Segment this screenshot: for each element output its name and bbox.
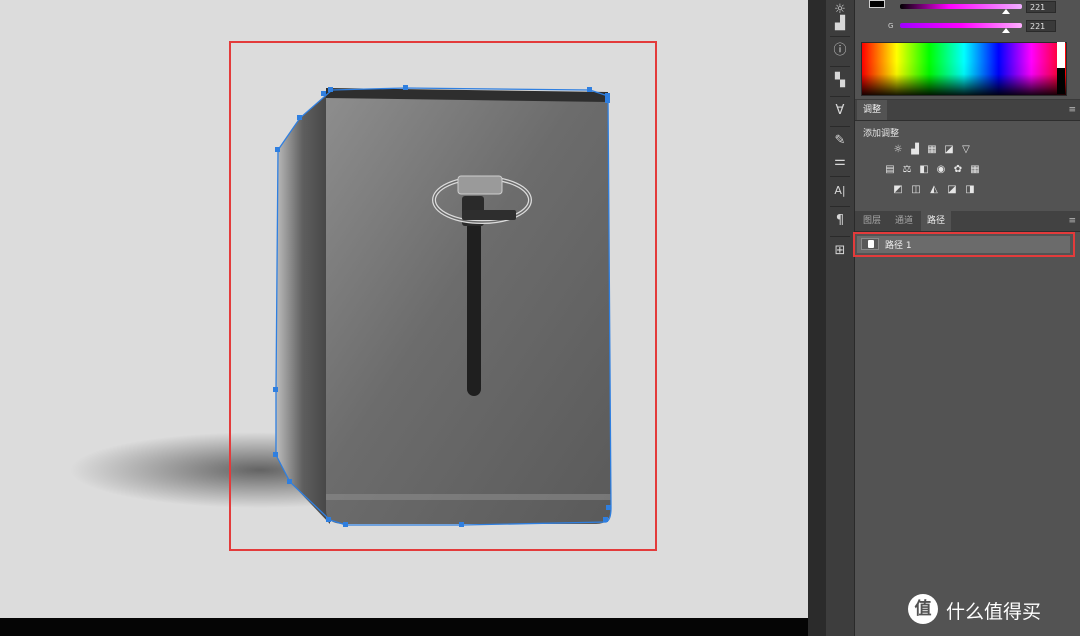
anchor-point <box>606 505 611 510</box>
lever-clasp <box>457 175 503 195</box>
curves-icon[interactable]: ▦ <box>925 144 939 156</box>
color-balance-icon[interactable]: ⚖ <box>900 164 914 176</box>
sliders-icon[interactable]: ⚌ <box>830 152 850 172</box>
tab-adjustments[interactable]: 调整 <box>857 100 888 120</box>
invert-icon[interactable]: ◩ <box>891 184 905 196</box>
anchor-point <box>587 87 592 92</box>
swatches-icon[interactable]: ▚ <box>830 71 850 91</box>
photo-filter-icon[interactable]: ◉ <box>934 164 948 176</box>
levels-adj-icon[interactable]: ▟ <box>908 144 922 156</box>
color-lookup-icon[interactable]: ▦ <box>968 164 982 176</box>
adjustments-tabbar: 调整 ≡ <box>855 100 1080 121</box>
anchor-point <box>605 98 610 103</box>
brightness-contrast-icon[interactable]: ☼ <box>891 144 905 156</box>
anchor-point <box>343 522 348 527</box>
anchor-point <box>603 517 608 522</box>
spectrum-black[interactable] <box>1057 68 1065 94</box>
spectrum-white[interactable] <box>1057 42 1065 68</box>
color-spectrum[interactable] <box>861 42 1067 96</box>
anchor-point <box>328 87 333 92</box>
color-slider-g[interactable]: G 221 <box>855 20 1080 38</box>
document-canvas[interactable] <box>0 0 808 618</box>
slider-value-field[interactable]: 221 <box>1026 20 1056 32</box>
vibrance-icon[interactable]: ▽ <box>959 144 973 156</box>
tab-paths[interactable]: 路径 <box>921 211 952 231</box>
layers-tabbar: 图层 通道 路径 ≡ <box>855 211 1080 232</box>
tab-layers[interactable]: 图层 <box>857 211 887 231</box>
slider-thumb[interactable] <box>1002 9 1011 14</box>
black-white-icon[interactable]: ◧ <box>917 164 931 176</box>
selective-color-icon[interactable]: ◪ <box>945 184 959 196</box>
canvas-bottom-bar <box>0 618 808 636</box>
channel-mixer-icon[interactable]: ✿ <box>951 164 965 176</box>
slider-value-field[interactable]: 221 <box>1026 1 1056 13</box>
anchor-point <box>459 522 464 527</box>
anchor-point <box>273 452 278 457</box>
device-side <box>276 92 330 524</box>
right-panels: 221 G 221 调整 ≡ 添加调整 ☼ ▟ ▦ ◪ ▽ ▤ ⚖ ◧ ◉ ✿ ▦ ◩ ◫ ◭ ◪ ◨ 图… <box>855 0 1080 636</box>
canvas-artwork <box>70 41 657 551</box>
anchor-point <box>321 91 326 96</box>
character-style-icon[interactable]: Ɐ <box>830 101 850 121</box>
anchor-point <box>273 387 278 392</box>
properties-icon[interactable]: ⊞ <box>830 241 850 261</box>
gradient-map-icon[interactable]: ◨ <box>963 184 977 196</box>
watermark-logo-icon: 值 <box>908 594 938 624</box>
hue-saturation-icon[interactable]: ▤ <box>883 164 897 176</box>
watermark: 值 什么值得买 <box>908 594 1080 624</box>
info-icon[interactable]: ⓘ <box>830 41 850 61</box>
anchor-point <box>287 479 292 484</box>
brush-icon[interactable]: ✎ <box>830 131 850 151</box>
lever-bar <box>462 210 516 220</box>
slider-thumb[interactable] <box>1002 28 1011 33</box>
path-highlight-box <box>853 232 1075 257</box>
panel-dock-strip: ☼ ▟ ⓘ ▚ Ɐ ✎ ⚌ A| ¶ ⊞ <box>826 0 855 636</box>
exposure-icon[interactable]: ◪ <box>942 144 956 156</box>
adjustments-title: 添加调整 <box>863 129 900 139</box>
device-slot <box>467 220 481 396</box>
color-panel: 221 G 221 <box>855 0 1080 100</box>
panel-menu-icon[interactable]: ≡ <box>1068 216 1076 226</box>
anchor-point <box>403 85 408 90</box>
anchor-point <box>297 115 302 120</box>
tab-channels[interactable]: 通道 <box>889 211 919 231</box>
levels-icon[interactable]: ▟ <box>830 14 850 34</box>
anchor-point <box>275 147 280 152</box>
color-slider-r[interactable]: 221 <box>855 1 1080 19</box>
watermark-text: 什么值得买 <box>946 601 1042 623</box>
paragraph-icon[interactable]: ¶ <box>830 211 850 231</box>
anchor-point <box>605 93 610 98</box>
posterize-icon[interactable]: ◫ <box>909 184 923 196</box>
adjustments-panel: 添加调整 ☼ ▟ ▦ ◪ ▽ ▤ ⚖ ◧ ◉ ✿ ▦ ◩ ◫ ◭ ◪ ◨ <box>855 122 1080 210</box>
anchor-point <box>326 517 331 522</box>
device-bottom-band <box>326 494 611 500</box>
panel-menu-icon[interactable]: ≡ <box>1068 105 1076 115</box>
paths-panel: 路径 1 <box>855 232 1080 636</box>
character-icon[interactable]: A| <box>830 181 850 201</box>
threshold-icon[interactable]: ◭ <box>927 184 941 196</box>
